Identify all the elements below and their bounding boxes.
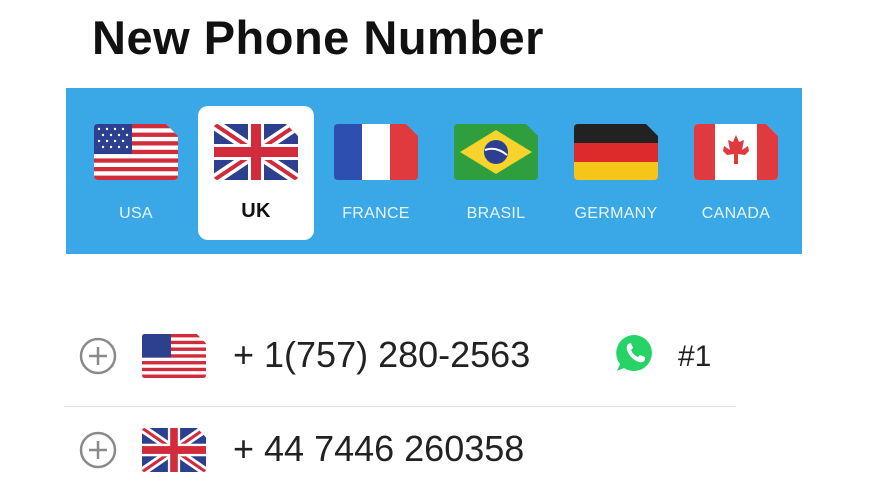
country-tab-uk[interactable]: UK bbox=[198, 106, 314, 240]
germany-flag-icon bbox=[574, 124, 658, 180]
rank-badge: #1 bbox=[678, 340, 712, 373]
country-tab-canada[interactable]: CANADA bbox=[678, 106, 794, 240]
add-circle-icon[interactable] bbox=[78, 336, 118, 376]
uk-flag-icon bbox=[214, 124, 298, 180]
country-tab-germany[interactable]: GERMANY bbox=[558, 106, 674, 240]
france-flag-icon bbox=[334, 124, 418, 180]
phone-number: + 44 7446 260358 bbox=[233, 428, 525, 469]
phone-number-row[interactable]: + 44 7446 260358 bbox=[78, 418, 758, 478]
country-label: CANADA bbox=[701, 205, 771, 222]
country-label: UK bbox=[241, 200, 271, 222]
page-title: New Phone Number bbox=[92, 11, 544, 64]
row-divider bbox=[64, 406, 736, 407]
country-label: BRASIL bbox=[466, 205, 526, 222]
country-label: FRANCE bbox=[342, 205, 410, 222]
country-label: USA bbox=[119, 205, 153, 222]
country-selector: USA UK FRANCE BRASIL GERMANY CANADA bbox=[66, 88, 802, 254]
country-tab-france[interactable]: FRANCE bbox=[318, 106, 434, 240]
canada-flag-icon bbox=[694, 124, 778, 180]
country-label: GERMANY bbox=[574, 205, 658, 222]
country-tab-brasil[interactable]: BRASIL bbox=[438, 106, 554, 240]
us-flag-icon bbox=[142, 334, 206, 378]
add-circle-icon[interactable] bbox=[78, 430, 118, 470]
country-tab-usa[interactable]: USA bbox=[78, 106, 194, 240]
us-flag-icon bbox=[94, 124, 178, 180]
whatsapp-icon bbox=[616, 334, 652, 371]
brazil-flag-icon bbox=[454, 124, 538, 180]
phone-number: + 1(757) 280-2563 bbox=[233, 334, 531, 375]
phone-number-row[interactable]: + 1(757) 280-2563 #1 bbox=[78, 324, 758, 384]
uk-flag-icon bbox=[142, 428, 206, 472]
